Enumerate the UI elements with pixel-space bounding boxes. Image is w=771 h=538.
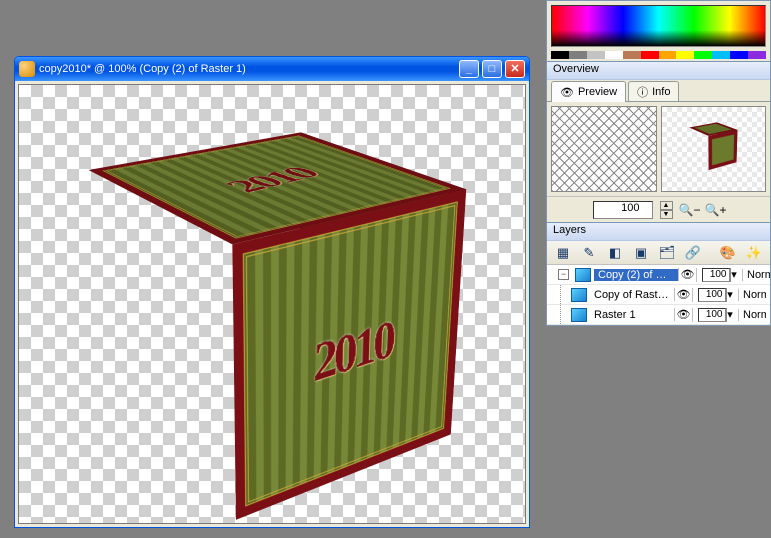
opacity-slider-icon[interactable]: ▾ xyxy=(730,268,738,282)
zoom-spin-down[interactable]: ▼ xyxy=(660,210,673,219)
new-group-icon[interactable]: 🗂 xyxy=(657,243,677,263)
document-window: copy2010* @ 100% (Copy (2) of Raster 1) … xyxy=(14,56,530,528)
document-title: copy2010* @ 100% (Copy (2) of Raster 1) xyxy=(39,63,455,75)
merge-down-icon[interactable]: 🔗 xyxy=(683,243,703,263)
tab-preview[interactable]: 👁 Preview xyxy=(551,81,626,102)
layers-panel: Layers ▦ ✎ ◧ ▣ 🗂 🔗 🎨 ✨ − Copy (2) of Ras… xyxy=(546,223,771,326)
cube-top-text: 2010 xyxy=(214,164,329,196)
document-icon xyxy=(19,61,35,77)
blend-mode[interactable]: Normal xyxy=(742,269,770,281)
layer-name[interactable]: Raster 1 xyxy=(590,309,674,321)
zoom-in-icon[interactable]: 🔍+ xyxy=(707,201,725,219)
minimize-button[interactable]: _ xyxy=(459,60,479,78)
tab-preview-label: Preview xyxy=(578,86,617,98)
tab-info-label: Info xyxy=(652,86,670,98)
blend-mode[interactable]: Normal xyxy=(738,289,766,301)
document-titlebar[interactable]: copy2010* @ 100% (Copy (2) of Raster 1) … xyxy=(15,57,529,81)
layer-name[interactable]: Copy of Raster 1 xyxy=(590,289,674,301)
zoom-value-input[interactable]: 100 xyxy=(593,201,653,219)
tree-collapse-icon[interactable]: − xyxy=(558,269,569,280)
visibility-toggle[interactable]: 👁 xyxy=(678,268,696,281)
cube-image: 2010 2010 2010 xyxy=(62,94,482,514)
raster-layer-icon xyxy=(571,308,587,322)
info-icon: ⓘ xyxy=(637,84,648,100)
blend-mode[interactable]: Normal xyxy=(738,309,766,321)
zoom-spin-up[interactable]: ▲ xyxy=(660,201,673,210)
overview-thumbnail[interactable] xyxy=(661,106,767,192)
visibility-toggle[interactable]: 👁 xyxy=(674,288,692,301)
layers-toolbar: ▦ ✎ ◧ ▣ 🗂 🔗 🎨 ✨ xyxy=(547,241,770,265)
opacity-slider-icon[interactable]: ▾ xyxy=(726,308,734,322)
maximize-button[interactable]: □ xyxy=(482,60,502,78)
new-raster-layer-icon[interactable]: ▦ xyxy=(553,243,573,263)
new-vector-layer-icon[interactable]: ✎ xyxy=(579,243,599,263)
opacity-input[interactable]: 100 xyxy=(702,268,730,282)
color-spectrum-picker[interactable] xyxy=(551,5,766,47)
eye-icon: 👁 xyxy=(560,86,574,99)
layers-list: − Copy (2) of Raster 1 👁 100 ▾ Normal Co… xyxy=(547,265,770,325)
layer-row[interactable]: − Copy (2) of Raster 1 👁 100 ▾ Normal xyxy=(547,265,770,285)
overview-title: Overview xyxy=(547,62,770,80)
close-button[interactable]: ✕ xyxy=(505,60,525,78)
overview-panel: Overview 👁 Preview ⓘ Info 100 ▲ ▼ xyxy=(546,62,771,223)
color-layer-icon[interactable]: 🎨 xyxy=(718,243,738,263)
opacity-slider-icon[interactable]: ▾ xyxy=(726,288,734,302)
layer-row[interactable]: Raster 1 👁 100 ▾ Normal xyxy=(547,305,770,325)
right-panels: Overview 👁 Preview ⓘ Info 100 ▲ ▼ xyxy=(546,0,771,326)
tab-info[interactable]: ⓘ Info xyxy=(628,81,679,101)
zoom-out-icon[interactable]: 🔍− xyxy=(681,201,699,219)
raster-layer-icon xyxy=(575,268,591,282)
raster-layer-icon xyxy=(571,288,587,302)
layer-row[interactable]: Copy of Raster 1 👁 100 ▾ Normal xyxy=(547,285,770,305)
new-mask-layer-icon[interactable]: ◧ xyxy=(605,243,625,263)
color-swatch-row[interactable] xyxy=(551,51,766,59)
visibility-toggle[interactable]: 👁 xyxy=(674,308,692,321)
opacity-input[interactable]: 100 xyxy=(698,288,726,302)
layer-name[interactable]: Copy (2) of Raster 1 xyxy=(594,269,678,281)
cube-front-text: 2010 xyxy=(313,307,394,394)
show-all-icon[interactable]: ▣ xyxy=(631,243,651,263)
document-canvas[interactable]: 2010 2010 2010 xyxy=(18,84,526,524)
layers-title: Layers xyxy=(547,223,770,241)
overview-no-image xyxy=(551,106,657,192)
layer-effects-icon[interactable]: ✨ xyxy=(744,243,764,263)
opacity-input[interactable]: 100 xyxy=(698,308,726,322)
